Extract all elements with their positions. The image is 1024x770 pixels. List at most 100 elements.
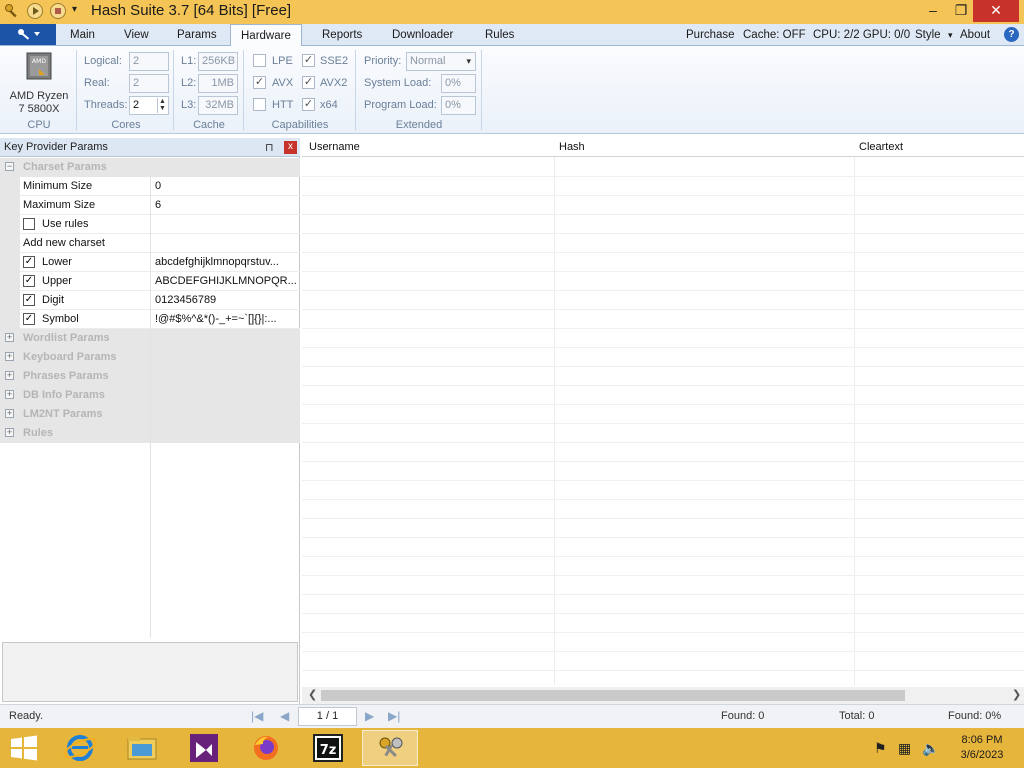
expand-icon[interactable]: +	[5, 352, 14, 361]
column-header-cleartext[interactable]: Cleartext	[859, 141, 903, 153]
expand-icon[interactable]: +	[5, 409, 14, 418]
cache-status[interactable]: Cache: OFF	[743, 24, 806, 46]
status-text: Ready.	[9, 710, 44, 722]
grid-row-line	[302, 404, 1024, 405]
restore-button[interactable]: ❐	[946, 0, 976, 22]
property-row-add-new-charset[interactable]: Add new charset	[20, 234, 300, 253]
threads-spinner[interactable]: 2 ▲ ▼	[129, 96, 169, 115]
action-center-flag-icon[interactable]: ⚑	[874, 740, 887, 757]
spinner-arrows-icon[interactable]: ▲ ▼	[157, 98, 167, 113]
visual-studio-icon[interactable]	[176, 730, 232, 766]
grid-row-line	[302, 575, 1024, 576]
tab-main[interactable]: Main	[60, 24, 105, 46]
expand-icon[interactable]: +	[5, 428, 14, 437]
chevron-down-icon: ▾	[466, 56, 471, 66]
priority-select[interactable]: Normal ▾	[406, 52, 476, 71]
expand-icon[interactable]: +	[5, 390, 14, 399]
property-row-use-rules[interactable]: Use rules	[20, 215, 300, 234]
stop-icon[interactable]	[50, 3, 66, 19]
system-clock[interactable]: 8:06 PM 3/6/2023	[952, 733, 1012, 763]
app-menu-button[interactable]	[0, 24, 56, 45]
expand-icon[interactable]: +	[5, 371, 14, 380]
digit-checkbox[interactable]: ✓	[23, 294, 35, 306]
quick-access-dropdown-icon[interactable]: ▾	[72, 4, 77, 15]
avx-checkbox[interactable]: ✓	[253, 76, 266, 89]
volume-icon[interactable]: 🔈	[922, 740, 939, 757]
l1-field[interactable]: 256KB	[198, 52, 238, 71]
sse2-checkbox[interactable]: ✓	[302, 54, 315, 67]
page-indicator[interactable]: 1 / 1	[298, 707, 357, 726]
property-row-digit[interactable]: ✓ Digit 0123456789	[20, 291, 300, 310]
tab-hardware[interactable]: Hardware	[230, 24, 302, 47]
htt-checkbox[interactable]	[253, 98, 266, 111]
expand-icon[interactable]: +	[5, 333, 14, 342]
app-key-icon	[4, 3, 20, 19]
file-explorer-icon[interactable]	[114, 730, 170, 766]
hardware-ribbon: AMD AMD Ryzen 7 5800X CPU Logical: 2 Rea…	[0, 46, 1024, 134]
grid-row-line	[302, 651, 1024, 652]
column-header-username[interactable]: Username	[309, 141, 360, 153]
collapse-icon[interactable]: −	[5, 162, 14, 171]
last-page-icon[interactable]: ▶|	[388, 709, 400, 723]
grid-row-line	[302, 385, 1024, 386]
hash-grid[interactable]: Username Hash Cleartext ❮ ❯	[302, 138, 1024, 704]
horizontal-scrollbar[interactable]: ❮ ❯	[302, 687, 1024, 704]
l3-field[interactable]: 32MB	[198, 96, 238, 115]
minimize-button[interactable]: –	[918, 0, 948, 22]
logical-field[interactable]: 2	[129, 52, 169, 71]
tab-downloader[interactable]: Downloader	[382, 24, 463, 46]
upper-checkbox[interactable]: ✓	[23, 275, 35, 287]
l2-label: L2:	[181, 77, 197, 89]
group-separator	[481, 50, 482, 130]
use-rules-checkbox[interactable]	[23, 218, 35, 230]
scroll-left-icon[interactable]: ❮	[308, 688, 317, 701]
close-button[interactable]: ✕	[973, 0, 1019, 22]
l2-field[interactable]: 1MB	[198, 74, 238, 93]
style-dropdown-icon[interactable]: ▾	[948, 24, 953, 46]
real-field[interactable]: 2	[129, 74, 169, 93]
play-icon[interactable]	[27, 3, 43, 19]
tab-rules[interactable]: Rules	[475, 24, 524, 46]
grid-header: Username Hash Cleartext	[302, 138, 1024, 157]
help-icon[interactable]: ?	[1004, 27, 1019, 42]
property-row-minimum-size[interactable]: Minimum Size 0	[20, 177, 300, 196]
property-row-maximum-size[interactable]: Maximum Size 6	[20, 196, 300, 215]
property-column-divider[interactable]	[150, 176, 151, 638]
category-charset-params[interactable]: − Charset Params	[0, 158, 300, 177]
property-row-symbol[interactable]: ✓ Symbol !@#$%^&*()-_+=~`[]{}|:...	[20, 310, 300, 329]
tab-params[interactable]: Params	[167, 24, 227, 46]
start-button[interactable]	[0, 730, 48, 766]
symbol-checkbox[interactable]: ✓	[23, 313, 35, 325]
purchase-button[interactable]: Purchase	[686, 24, 735, 46]
previous-page-icon[interactable]: ◀	[280, 709, 289, 723]
lpe-checkbox[interactable]	[253, 54, 266, 67]
7zip-icon[interactable]: 7z	[300, 730, 356, 766]
x64-checkbox[interactable]: ✓	[302, 98, 315, 111]
group-separator	[173, 50, 174, 130]
x64-label: x64	[320, 99, 338, 111]
scrollbar-thumb[interactable]	[321, 690, 905, 701]
tab-view[interactable]: View	[114, 24, 159, 46]
style-menu[interactable]: Style	[915, 24, 941, 46]
column-header-hash[interactable]: Hash	[559, 141, 585, 153]
pin-icon[interactable]: ⊓	[265, 141, 274, 154]
first-page-icon[interactable]: |◀	[251, 709, 263, 723]
system-load-field[interactable]: 0%	[441, 74, 476, 93]
cpu-gpu-status[interactable]: CPU: 2/2 GPU: 0/0	[813, 24, 910, 46]
lower-checkbox[interactable]: ✓	[23, 256, 35, 268]
internet-explorer-icon[interactable]	[52, 730, 108, 766]
firefox-icon[interactable]	[238, 730, 294, 766]
hash-suite-taskbar-icon[interactable]	[362, 730, 418, 766]
logical-label: Logical:	[84, 55, 122, 67]
property-row-upper[interactable]: ✓ Upper ABCDEFGHIJKLMNOPQR...	[20, 272, 300, 291]
tab-reports[interactable]: Reports	[312, 24, 372, 46]
network-icon[interactable]: ▦	[898, 740, 911, 757]
next-page-icon[interactable]: ▶	[365, 709, 374, 723]
avx2-checkbox[interactable]: ✓	[302, 76, 315, 89]
about-menu[interactable]: About	[960, 24, 990, 46]
program-load-field[interactable]: 0%	[441, 96, 476, 115]
panel-close-icon[interactable]: x	[284, 141, 297, 154]
grid-row-line	[302, 480, 1024, 481]
property-row-lower[interactable]: ✓ Lower abcdefghijklmnopqrstuv...	[20, 253, 300, 272]
scroll-right-icon[interactable]: ❯	[1012, 688, 1021, 701]
